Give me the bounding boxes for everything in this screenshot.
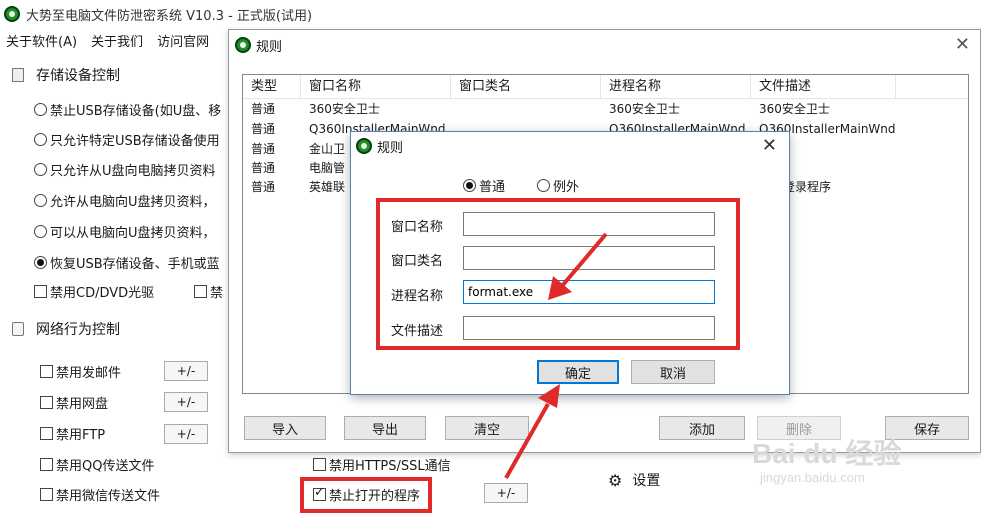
watermark-url: jingyan.baidu.com	[760, 470, 865, 485]
watermark-logo: Bai du 经验	[752, 438, 902, 469]
